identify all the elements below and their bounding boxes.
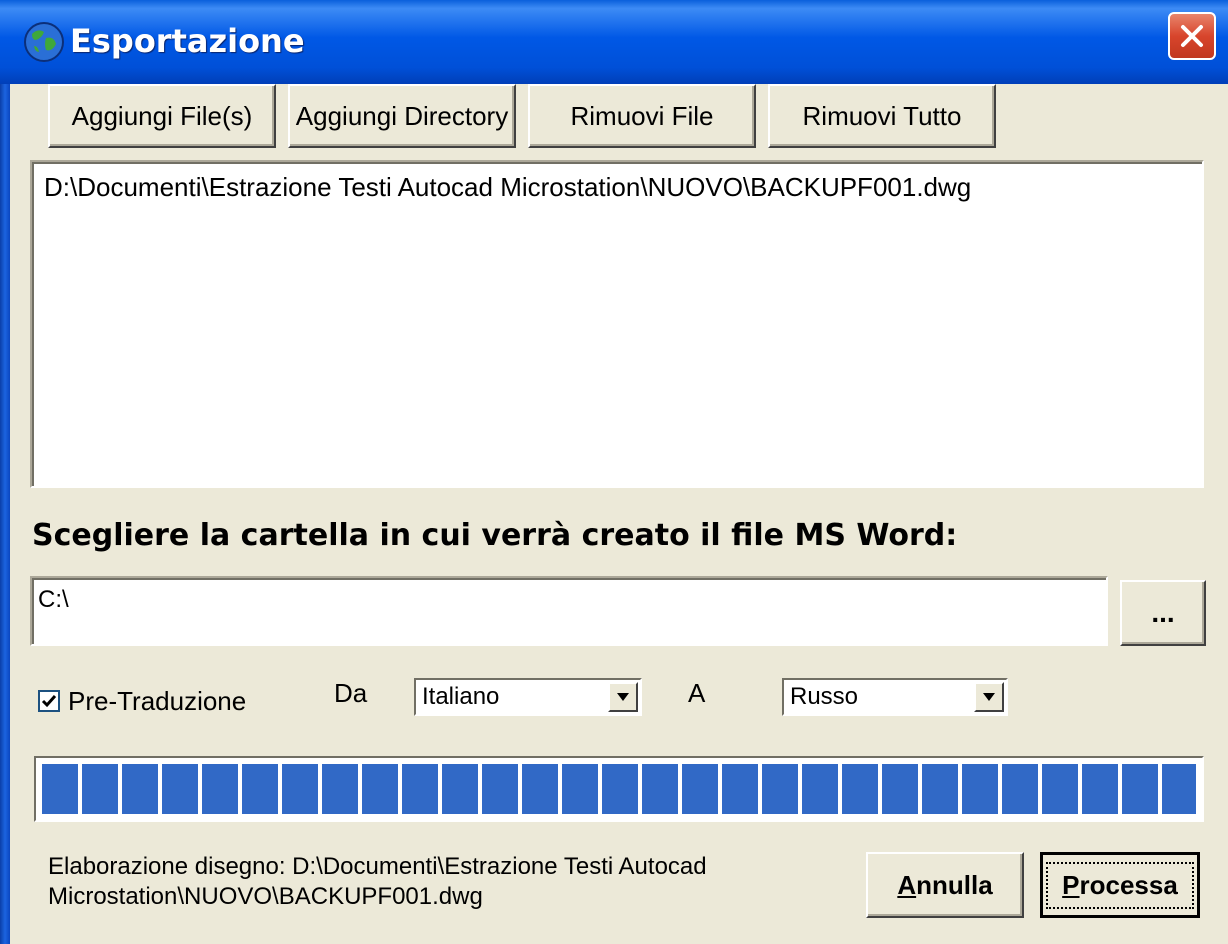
pretranslate-label: Pre-Traduzione [68, 686, 247, 716]
from-language-value: Italiano [422, 683, 500, 710]
window-title: Esportazione [70, 22, 305, 60]
from-language-dropdown-button[interactable] [608, 682, 638, 712]
to-language-dropdown-button[interactable] [974, 682, 1004, 712]
window-frame-left [0, 84, 10, 944]
cancel-button[interactable]: Annulla [866, 852, 1024, 918]
process-label: Processa [1046, 861, 1194, 909]
to-language-label: A [688, 678, 706, 708]
export-dialog: Esportazione Aggiungi File(s) Aggiungi D… [0, 0, 1228, 944]
browse-button[interactable]: ... [1120, 580, 1206, 646]
from-language-select[interactable]: Italiano [414, 678, 642, 716]
add-files-label: Aggiungi File(s) [71, 100, 253, 131]
to-language-value: Russo [790, 683, 859, 710]
add-directory-label: Aggiungi Directory [295, 100, 509, 131]
status-text: Elaborazione disegno: D:\Documenti\Estra… [48, 853, 707, 910]
browse-label: ... [1151, 597, 1175, 628]
checkmark-icon [41, 695, 57, 708]
close-button[interactable] [1168, 12, 1216, 60]
remove-all-button[interactable]: Rimuovi Tutto [768, 84, 996, 148]
chevron-down-icon [983, 693, 995, 701]
cancel-label: Annulla [897, 869, 993, 900]
remove-all-label: Rimuovi Tutto [802, 100, 962, 131]
output-folder-label: Scegliere la cartella in cui verrà creat… [32, 518, 958, 553]
output-folder-value: C:\ [38, 586, 69, 613]
add-directory-button[interactable]: Aggiungi Directory [288, 84, 516, 148]
list-item[interactable]: D:\Documenti\Estrazione Testi Autocad Mi… [44, 172, 971, 203]
file-listbox[interactable]: D:\Documenti\Estrazione Testi Autocad Mi… [30, 160, 1204, 488]
chevron-down-icon [617, 693, 629, 701]
close-icon [1181, 25, 1203, 47]
from-language-label: Da [334, 678, 368, 708]
process-button[interactable]: Processa [1040, 852, 1200, 918]
title-bar[interactable]: Esportazione [0, 0, 1228, 84]
progress-bar [34, 756, 1204, 822]
progress-fill [42, 764, 1196, 814]
globe-icon [24, 22, 64, 62]
to-language-select[interactable]: Russo [782, 678, 1008, 716]
add-files-button[interactable]: Aggiungi File(s) [48, 84, 276, 148]
remove-file-button[interactable]: Rimuovi File [528, 84, 756, 148]
pretranslate-checkbox[interactable] [38, 690, 60, 712]
output-folder-input[interactable]: C:\ [30, 576, 1108, 646]
remove-file-label: Rimuovi File [570, 100, 714, 131]
